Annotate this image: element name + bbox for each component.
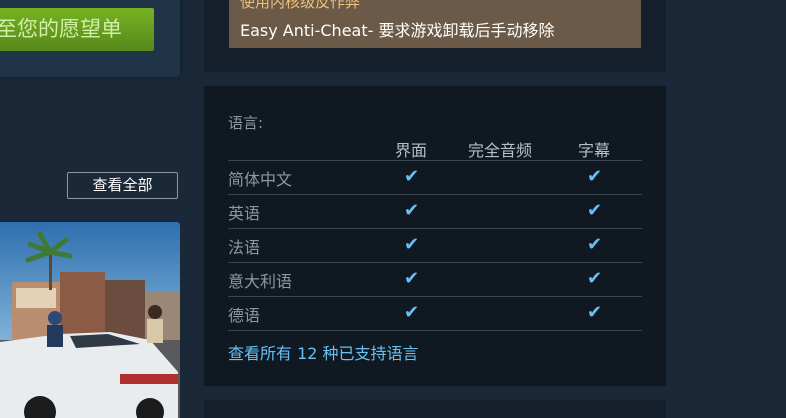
subtitles-check-icon: ✔ <box>587 234 603 255</box>
next-panel <box>204 400 666 418</box>
column-subtitles: 字幕 <box>578 141 611 160</box>
anticheat-title: 使用内核级反作弊 <box>240 0 361 11</box>
view-all-languages-link[interactable]: 查看所有 12 种已支持语言 <box>228 340 419 364</box>
column-interface: 界面 <box>395 141 428 160</box>
language-name: 法语 <box>228 238 261 257</box>
language-row: 英语 ✔ ✔ <box>228 194 642 228</box>
view-all-screenshots-button[interactable]: 查看全部 <box>67 172 178 199</box>
language-row: 法语 ✔ ✔ <box>228 228 642 262</box>
interface-check-icon: ✔ <box>404 200 420 221</box>
subtitles-check-icon: ✔ <box>587 268 603 289</box>
table-bottom-divider <box>228 330 642 331</box>
interface-check-icon: ✔ <box>404 166 420 187</box>
language-name: 德语 <box>228 306 261 325</box>
language-name: 英语 <box>228 204 261 223</box>
language-row: 简体中文 ✔ ✔ <box>228 160 642 194</box>
game-screenshot-thumbnail[interactable] <box>0 222 180 418</box>
interface-check-icon: ✔ <box>404 268 420 289</box>
languages-header: 语言: <box>228 114 264 132</box>
language-row: 意大利语 ✔ ✔ <box>228 262 642 296</box>
language-name: 简体中文 <box>228 170 293 189</box>
anticheat-description: Easy Anti-Cheat- 要求游戏卸载后手动移除 <box>240 21 555 40</box>
interface-check-icon: ✔ <box>404 302 420 323</box>
subtitles-check-icon: ✔ <box>587 200 603 221</box>
wishlist-panel: 至您的愿望单 <box>0 0 180 77</box>
subtitles-check-icon: ✔ <box>587 166 603 187</box>
language-name: 意大利语 <box>228 272 293 291</box>
add-to-wishlist-button[interactable]: 至您的愿望单 <box>0 8 154 51</box>
subtitles-check-icon: ✔ <box>587 302 603 323</box>
languages-table: 简体中文 ✔ ✔ 英语 ✔ ✔ 法语 ✔ ✔ 意大利语 ✔ ✔ 德语 ✔ ✔ <box>228 160 642 330</box>
screenshot-image <box>0 222 180 418</box>
column-full-audio: 完全音频 <box>468 141 533 160</box>
language-row: 德语 ✔ ✔ <box>228 296 642 330</box>
interface-check-icon: ✔ <box>404 234 420 255</box>
